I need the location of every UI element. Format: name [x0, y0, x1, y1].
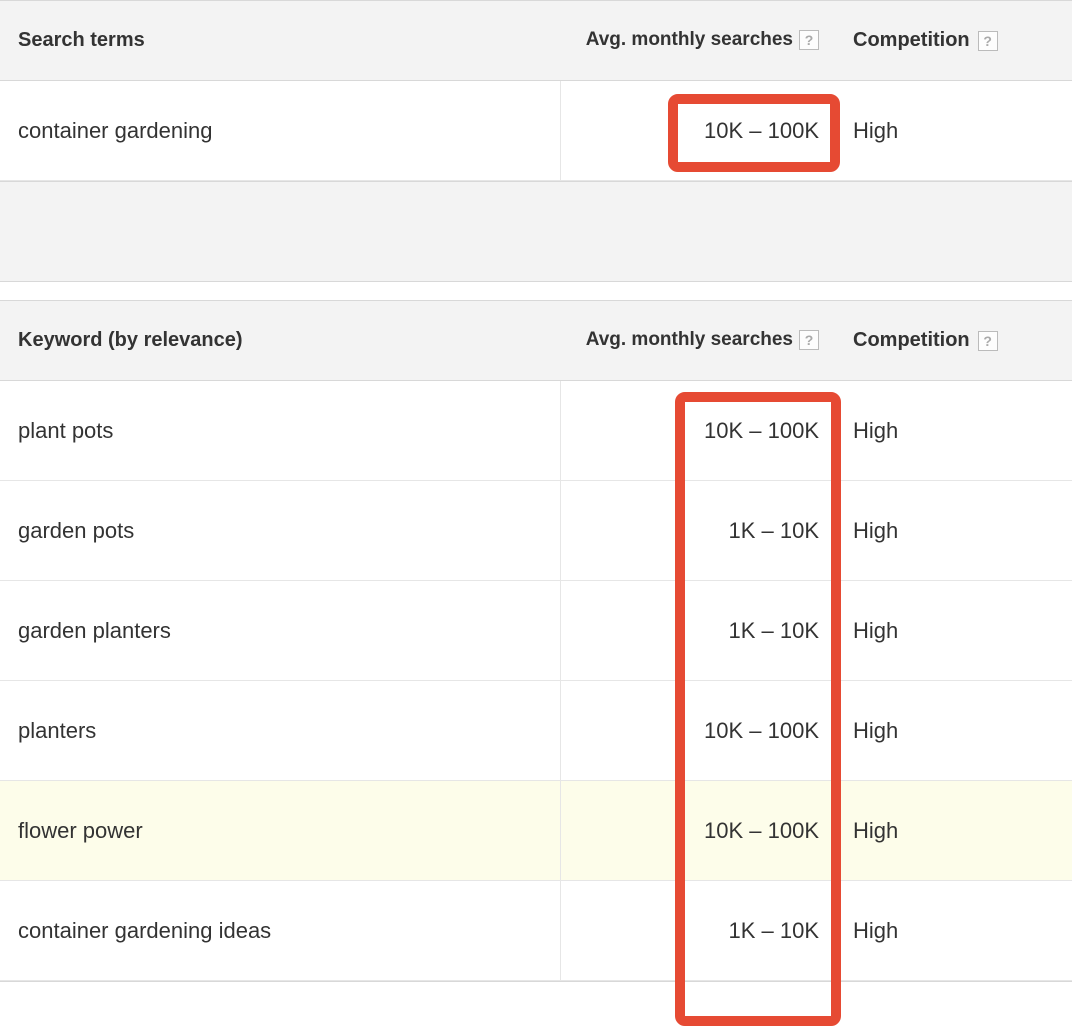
column-divider	[560, 381, 561, 480]
cell-competition: High	[835, 404, 1072, 458]
header-competition-label: Competition	[853, 29, 970, 52]
cell-searches: 10K – 100K	[560, 404, 835, 458]
column-divider	[560, 481, 561, 580]
header-competition[interactable]: Competition ?	[835, 15, 1072, 66]
cell-searches: 1K – 10K	[560, 604, 835, 658]
column-divider	[560, 881, 561, 980]
table-row[interactable]: garden planters 1K – 10K High	[0, 581, 1072, 681]
cell-competition: High	[835, 604, 1072, 658]
column-divider	[560, 581, 561, 680]
cell-term: garden pots	[0, 504, 560, 558]
table-header-row: Keyword (by relevance) Avg. monthly sear…	[0, 301, 1072, 381]
cell-term: plant pots	[0, 404, 560, 458]
cell-competition: High	[835, 504, 1072, 558]
header-competition[interactable]: Competition ?	[835, 315, 1072, 366]
header-competition-label: Competition	[853, 329, 970, 352]
cell-searches: 10K – 100K	[560, 804, 835, 858]
column-divider	[560, 781, 561, 880]
cell-term: flower power	[0, 804, 560, 858]
cell-competition: High	[835, 704, 1072, 758]
table-row[interactable]: garden pots 1K – 10K High	[0, 481, 1072, 581]
table-row[interactable]: container gardening ideas 1K – 10K High	[0, 881, 1072, 981]
cell-term: container gardening	[0, 104, 560, 158]
keywords-table: Keyword (by relevance) Avg. monthly sear…	[0, 300, 1072, 982]
cell-term: container gardening ideas	[0, 904, 560, 958]
help-icon[interactable]: ?	[799, 330, 819, 350]
cell-searches: 10K – 100K	[560, 104, 835, 158]
cell-term: planters	[0, 704, 560, 758]
table-row[interactable]: plant pots 10K – 100K High	[0, 381, 1072, 481]
cell-competition: High	[835, 804, 1072, 858]
cell-term: garden planters	[0, 604, 560, 658]
table-row[interactable]: flower power 10K – 100K High	[0, 781, 1072, 881]
help-icon[interactable]: ?	[799, 30, 819, 50]
table-header-row: Search terms Avg. monthly searches ? Com…	[0, 1, 1072, 81]
cell-competition: High	[835, 104, 1072, 158]
search-terms-table: Search terms Avg. monthly searches ? Com…	[0, 0, 1072, 182]
help-icon[interactable]: ?	[978, 331, 998, 351]
column-divider	[560, 681, 561, 780]
header-avg-monthly-searches[interactable]: Avg. monthly searches ?	[560, 15, 835, 66]
header-avg-monthly-searches[interactable]: Avg. monthly searches ?	[560, 315, 835, 366]
header-searches-label: Avg. monthly searches	[586, 329, 793, 352]
table-row[interactable]: planters 10K – 100K High	[0, 681, 1072, 781]
header-searches-label: Avg. monthly searches	[586, 29, 793, 52]
header-keyword[interactable]: Keyword (by relevance)	[0, 315, 560, 366]
cell-searches: 1K – 10K	[560, 504, 835, 558]
table-row[interactable]: container gardening 10K – 100K High	[0, 81, 1072, 181]
help-icon[interactable]: ?	[978, 31, 998, 51]
column-divider	[560, 81, 561, 180]
section-gap	[0, 182, 1072, 282]
spacer	[0, 282, 1072, 300]
cell-competition: High	[835, 904, 1072, 958]
cell-searches: 10K – 100K	[560, 704, 835, 758]
cell-searches: 1K – 10K	[560, 904, 835, 958]
header-search-terms[interactable]: Search terms	[0, 15, 560, 66]
